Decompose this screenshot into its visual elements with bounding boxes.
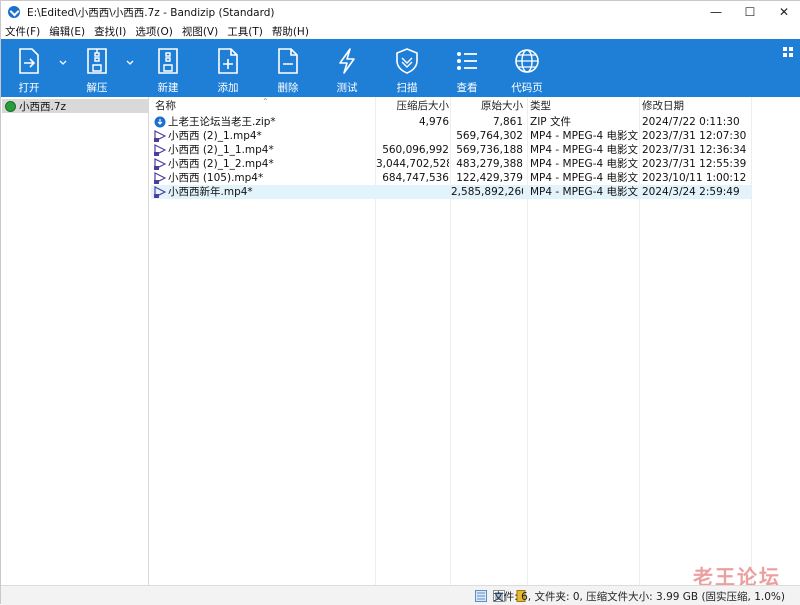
menu-tools[interactable]: 工具(T) <box>227 24 263 39</box>
archive-icon <box>5 100 16 112</box>
view-button[interactable]: 查看 <box>442 39 492 97</box>
add-file-icon <box>214 46 242 76</box>
list-view-icon <box>453 46 481 76</box>
status-summary: 文件: 6, 文件夹: 0, 压缩文件大小: 3.99 GB (固实压缩, 1.… <box>493 591 785 603</box>
video-file-icon <box>154 144 166 156</box>
window-title: E:\Edited\小西西\小西西.7z - Bandizip (Standar… <box>27 6 275 19</box>
add-button[interactable]: 添加 <box>203 39 253 97</box>
video-file-icon <box>154 158 166 170</box>
file-row[interactable]: 上老王论坛当老王.zip* 4,976 7,861 ZIP 文件 2024/7/… <box>151 115 751 129</box>
menu-find[interactable]: 查找(I) <box>94 24 126 39</box>
extract-dropdown-icon[interactable] <box>126 59 134 67</box>
bandizip-app-icon <box>8 6 20 18</box>
open-button[interactable]: 打开 <box>4 39 54 97</box>
extract-button[interactable]: 解压 <box>72 39 122 97</box>
test-button[interactable]: 测试 <box>322 39 372 97</box>
delete-file-icon <box>274 46 302 76</box>
shield-icon <box>393 46 421 76</box>
menu-view[interactable]: 视图(V) <box>182 24 218 39</box>
column-divider <box>751 97 752 585</box>
minimize-button[interactable]: — <box>699 1 733 23</box>
column-header-original[interactable]: 原始大小 <box>451 97 523 113</box>
open-icon <box>15 46 43 76</box>
close-button[interactable]: ✕ <box>767 1 800 23</box>
column-header-type[interactable]: 类型 <box>530 97 640 113</box>
menu-bar: 文件(F) 编辑(E) 查找(I) 选项(O) 视图(V) 工具(T) 帮助(H… <box>1 23 800 39</box>
video-file-icon <box>154 172 166 184</box>
tree-item-archive[interactable]: 小西西.7z <box>2 99 148 113</box>
file-row[interactable]: 小西西 (105).mp4* 684,747,536 122,429,379 M… <box>151 171 751 185</box>
menu-edit[interactable]: 编辑(E) <box>49 24 85 39</box>
folder-tree-panel: 小西西.7z <box>1 97 149 585</box>
codepage-button[interactable]: 代码页 <box>502 39 552 97</box>
delete-button[interactable]: 删除 <box>263 39 313 97</box>
file-row[interactable]: 小西西 (2)_1_1.mp4* 560,096,992 569,736,188… <box>151 143 751 157</box>
extract-icon <box>83 46 111 76</box>
status-bar: 文件: 6, 文件夹: 0, 压缩文件大小: 3.99 GB (固实压缩, 1.… <box>1 585 800 605</box>
column-header-modified[interactable]: 修改日期 <box>642 97 752 113</box>
menu-help[interactable]: 帮助(H) <box>272 24 309 39</box>
video-file-icon <box>154 186 166 198</box>
menu-file[interactable]: 文件(F) <box>5 24 40 39</box>
menu-options[interactable]: 选项(O) <box>135 24 172 39</box>
globe-icon <box>513 46 541 76</box>
sort-ascending-icon: ⌃ <box>262 97 269 106</box>
bandizip-window: E:\Edited\小西西\小西西.7z - Bandizip (Standar… <box>0 0 800 605</box>
new-archive-button[interactable]: 新建 <box>143 39 193 97</box>
file-row[interactable]: 小西西新年.mp4* 2,585,892,260 MP4 - MPEG-4 电影… <box>151 185 751 199</box>
video-file-icon <box>154 130 166 142</box>
maximize-button[interactable]: ☐ <box>733 1 767 23</box>
lightning-icon <box>333 46 361 76</box>
open-dropdown-icon[interactable] <box>59 59 67 67</box>
new-archive-icon <box>154 46 182 76</box>
title-bar: E:\Edited\小西西\小西西.7z - Bandizip (Standar… <box>1 1 800 23</box>
file-row[interactable]: 小西西 (2)_1.mp4* 569,764,302 MP4 - MPEG-4 … <box>151 129 751 143</box>
toolbar: 打开 解压 新建 添加 删除 测试 扫描 查看 代码页 <box>1 39 800 97</box>
layout-grid-icon[interactable] <box>783 47 793 57</box>
column-header-packed[interactable]: 压缩后大小 <box>376 97 450 113</box>
file-list: 名称 ⌃ 压缩后大小 原始大小 类型 修改日期 上老王论坛当老王.zip* 4,… <box>151 97 800 585</box>
window-controls: — ☐ ✕ <box>699 1 800 23</box>
zip-icon <box>154 116 166 128</box>
file-row[interactable]: 小西西 (2)_1_2.mp4* 3,044,702,528 483,279,3… <box>151 157 751 171</box>
scan-button[interactable]: 扫描 <box>382 39 432 97</box>
details-view-icon[interactable] <box>475 590 487 602</box>
